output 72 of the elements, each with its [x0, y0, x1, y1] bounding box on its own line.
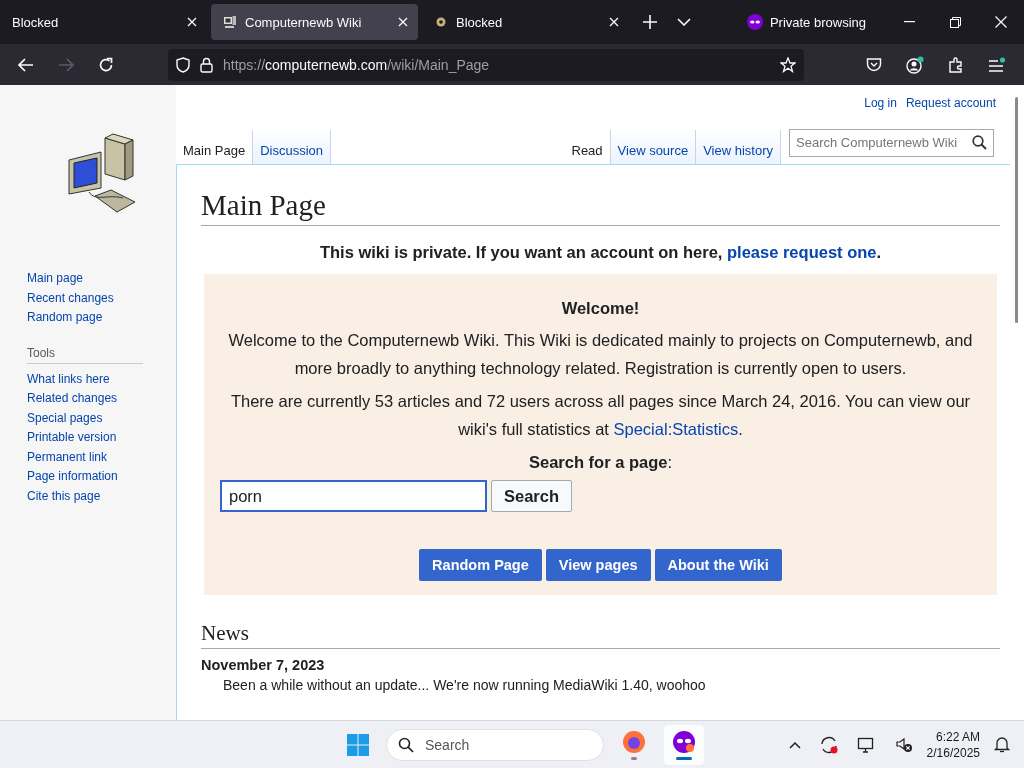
- plus-icon: [643, 15, 657, 29]
- restore-icon: [949, 16, 961, 28]
- account-icon: [906, 55, 924, 74]
- page-title: Main Page: [201, 187, 1000, 226]
- account-link[interactable]: Log in: [864, 96, 897, 110]
- browser-tab[interactable]: Blocked: [0, 4, 207, 40]
- close-icon: [187, 17, 197, 27]
- sidebar-link[interactable]: Random page: [27, 308, 176, 328]
- browser-tab[interactable]: Computernewb Wiki: [211, 4, 418, 40]
- wiki-search-field[interactable]: Search Computernewb Wiki: [789, 128, 994, 157]
- sidebar-link[interactable]: Main page: [27, 269, 176, 289]
- nav-button[interactable]: About the Wiki: [654, 549, 782, 581]
- pocket-icon: [866, 57, 882, 72]
- close-icon: [398, 17, 408, 27]
- sidebar-link[interactable]: Printable version: [27, 428, 176, 448]
- nav-button[interactable]: Random Page: [419, 549, 542, 581]
- bell-icon: [994, 736, 1010, 753]
- tools-heading: Tools: [27, 345, 143, 364]
- welcome-paragraph: There are currently 53 articles and 72 users across all pages since March 24, 2016. You can view our wiki's full statistics at Special:Statistics.: [229, 391, 972, 440]
- lock-icon: [200, 56, 213, 73]
- arrow-left-icon: [18, 57, 34, 72]
- sidebar-link[interactable]: Cite this page: [27, 486, 176, 506]
- news-date: November 7, 2023: [201, 657, 326, 673]
- taskbar-search-field[interactable]: Search: [386, 728, 604, 761]
- welcome-paragraph: Welcome to the Computernewb Wiki. This Wiki is dedicated mainly to projects on Computernewb, and more broadly to anything technology related. Registration is currently open to users.: [227, 330, 974, 379]
- search-icon: [398, 736, 414, 753]
- close-icon: [995, 16, 1007, 28]
- chevron-down-icon: [677, 18, 691, 26]
- scrollbar-thumb[interactable]: [1015, 97, 1018, 323]
- reload-icon: [98, 56, 114, 73]
- page-tab[interactable]: Discussion: [253, 130, 331, 164]
- view-tab[interactable]: View source: [610, 130, 697, 164]
- sidebar-link[interactable]: Page information: [27, 467, 176, 487]
- speaker-muted-icon: [894, 735, 913, 754]
- account-link[interactable]: Request account: [905, 96, 996, 110]
- view-tab[interactable]: View history: [696, 130, 781, 164]
- news-item: Been a while without an update... We're now running MediaWiki 1.40, woohoo: [223, 677, 707, 693]
- search-icon: [972, 135, 987, 150]
- chevron-up-icon: [788, 740, 801, 749]
- sidebar-link[interactable]: Special pages: [27, 408, 176, 428]
- shield-icon: [176, 56, 190, 73]
- sidebar-link[interactable]: What links here: [27, 369, 176, 389]
- search-label: Search for a page:: [527, 452, 674, 473]
- sidebar-link[interactable]: Permanent link: [27, 447, 176, 467]
- puzzle-icon: [948, 56, 964, 73]
- arrow-right-icon: [58, 57, 74, 72]
- taskbar-app[interactable]: [664, 724, 704, 765]
- url-text: https://computernewb.com/wiki/Main_Page: [223, 56, 491, 73]
- windows-icon: [346, 732, 370, 757]
- star-icon: [780, 56, 796, 73]
- private-mask-icon: [672, 729, 696, 754]
- clock-time: 6:22 AM: [934, 728, 980, 745]
- clock-date: 2/16/2025: [926, 744, 980, 761]
- private-browsing-label: Private browsing: [769, 14, 866, 30]
- sidebar-link[interactable]: Recent changes: [27, 288, 176, 308]
- news-heading: News: [201, 619, 1000, 649]
- address-bar[interactable]: https://computernewb.com/wiki/Main_Page: [168, 48, 804, 81]
- request-link[interactable]: please request one: [727, 243, 877, 261]
- page-search-field[interactable]: porn: [220, 480, 487, 512]
- menu-icon: [988, 56, 1006, 73]
- computer-icon: [223, 15, 237, 29]
- close-icon: [609, 17, 619, 27]
- welcome-heading: Welcome!: [560, 298, 641, 319]
- sync-icon: [818, 734, 839, 755]
- private-notice: This wiki is private. If you want an account on here, please request one.: [318, 243, 883, 262]
- nav-button[interactable]: View pages: [545, 549, 651, 581]
- private-mask-icon: [746, 14, 763, 30]
- sidebar-link[interactable]: Related changes: [27, 389, 176, 409]
- statistics-link[interactable]: Special:Statistics: [613, 420, 739, 438]
- browser-tab[interactable]: Blocked: [422, 4, 629, 40]
- minimize-icon: [903, 21, 915, 23]
- search-button[interactable]: Search: [491, 480, 573, 512]
